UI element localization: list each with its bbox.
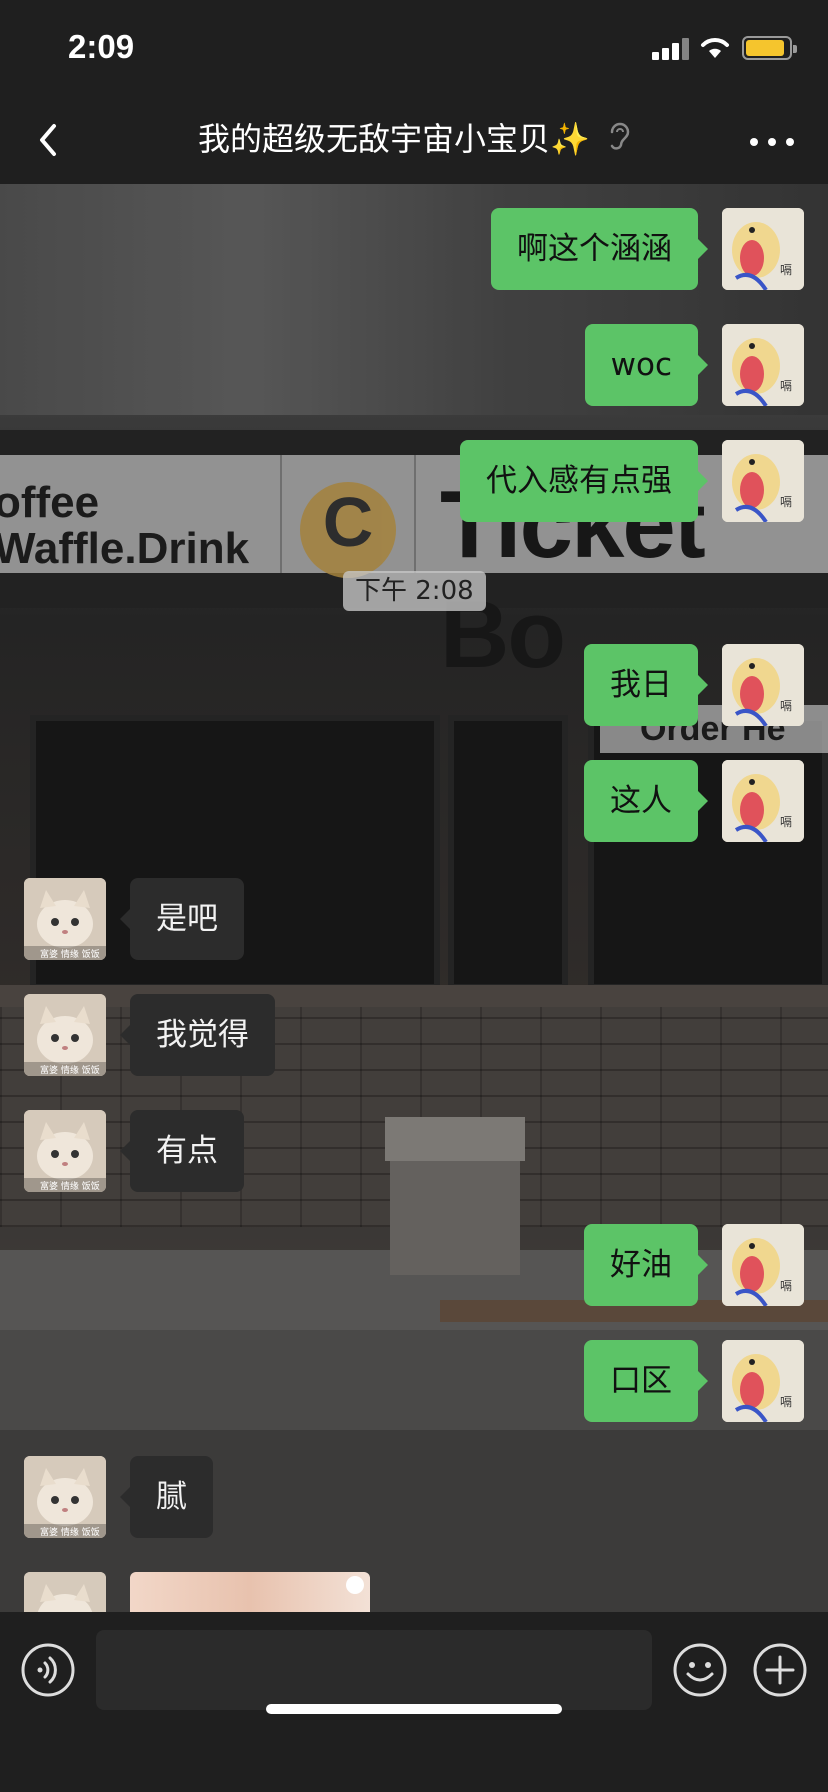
outgoing-bubble[interactable]: 口区 <box>584 1340 708 1422</box>
self-avatar[interactable]: 嗝 <box>722 1224 804 1306</box>
self-avatar[interactable]: 嗝 <box>722 208 804 290</box>
cat-avatar-icon: 富婆 情缘 饭饭 <box>24 1110 106 1192</box>
message-list[interactable]: 啊这个涵涵 嗝 woc 嗝 代入感有点强 嗝 下午 2:08 我日 嗝 这人 嗝 <box>0 184 828 1612</box>
duck-sticker-icon: 嗝 <box>722 1224 804 1306</box>
outgoing-bubble[interactable]: woc <box>584 324 709 406</box>
svg-text:富婆 情缘 饭饭: 富婆 情缘 饭饭 <box>40 1064 100 1076</box>
voice-icon[interactable] <box>20 1642 76 1698</box>
svg-text:富婆 情缘 饭饭: 富婆 情缘 饭饭 <box>40 1180 100 1192</box>
outgoing-bubble[interactable]: 我日 <box>584 644 708 726</box>
plus-icon[interactable] <box>752 1642 808 1698</box>
chat-title: 我的超级无敌宇宙小宝贝✨ <box>110 116 718 162</box>
self-avatar[interactable]: 嗝 <box>722 644 804 726</box>
message-row: 富婆 情缘 饭饭 我觉得 <box>0 994 828 1076</box>
svg-text:富婆 情缘 饭饭: 富婆 情缘 饭饭 <box>40 1526 100 1538</box>
duck-sticker-icon: 嗝 <box>722 644 804 726</box>
contact-avatar[interactable]: 富婆 情缘 饭饭 <box>24 994 106 1076</box>
message-row: 好油 嗝 <box>0 1224 828 1306</box>
svg-text:嗝: 嗝 <box>780 699 792 713</box>
self-avatar[interactable]: 嗝 <box>722 324 804 406</box>
svg-text:富婆 情缘 饭饭: 富婆 情缘 饭饭 <box>40 948 100 960</box>
duck-sticker-icon: 嗝 <box>722 440 804 522</box>
self-avatar[interactable]: 嗝 <box>722 760 804 842</box>
svg-text:嗝: 嗝 <box>780 1279 792 1293</box>
cat-avatar-icon: 富婆 情缘 饭饭 <box>24 994 106 1076</box>
more-dots-icon[interactable] <box>740 118 804 164</box>
duck-sticker-icon: 嗝 <box>722 760 804 842</box>
status-bar: 2:09 <box>0 0 828 96</box>
wifi-icon <box>701 38 729 58</box>
home-indicator[interactable] <box>266 1704 562 1714</box>
incoming-bubble[interactable]: 有点 <box>120 1110 244 1192</box>
cat-avatar-icon: 富婆 情缘 饭饭 <box>24 1456 106 1538</box>
panda-sticker-icon <box>346 1576 364 1594</box>
emoji-icon[interactable] <box>672 1642 728 1698</box>
contact-avatar[interactable]: 富婆 情缘 饭饭 <box>24 1456 106 1538</box>
message-row: 富婆 情缘 饭饭 是吧 <box>0 878 828 960</box>
message-row: 这人 嗝 <box>0 760 828 842</box>
svg-text:嗝: 嗝 <box>780 495 792 509</box>
cat-avatar-icon: 富婆 情缘 饭饭 <box>24 878 106 960</box>
duck-sticker-icon: 嗝 <box>722 208 804 290</box>
contact-avatar[interactable]: 富婆 情缘 饭饭 <box>24 1110 106 1192</box>
message-row: 富婆 情缘 饭饭 有点 <box>0 1110 828 1192</box>
incoming-bubble[interactable]: 是吧 <box>120 878 244 960</box>
incoming-bubble[interactable]: 我觉得 <box>120 994 275 1076</box>
chat-header: 我的超级无敌宇宙小宝贝✨ <box>0 96 828 184</box>
ear-muted-icon <box>610 122 630 150</box>
contact-avatar[interactable]: 富婆 情缘 饭饭 <box>24 878 106 960</box>
battery-icon <box>742 36 797 60</box>
duck-sticker-icon: 嗝 <box>722 1340 804 1422</box>
message-row: woc 嗝 <box>0 324 828 406</box>
svg-text:嗝: 嗝 <box>780 379 792 393</box>
self-avatar[interactable]: 嗝 <box>722 1340 804 1422</box>
incoming-image-message[interactable] <box>130 1572 370 1612</box>
outgoing-bubble[interactable]: 代入感有点强 <box>460 440 708 522</box>
input-bar <box>0 1612 828 1792</box>
message-input[interactable] <box>96 1630 652 1710</box>
message-timestamp: 下午 2:08 <box>343 571 486 611</box>
chat-title-text: 我的超级无敌宇宙小宝贝✨ <box>197 120 590 158</box>
message-row: 口区 嗝 <box>0 1340 828 1422</box>
status-time: 2:09 <box>68 28 135 65</box>
contact-avatar[interactable] <box>24 1572 106 1612</box>
self-avatar[interactable]: 嗝 <box>722 440 804 522</box>
message-row: 富婆 情缘 饭饭 腻 <box>0 1456 828 1538</box>
cat-avatar-icon <box>24 1572 106 1612</box>
incoming-bubble[interactable]: 腻 <box>120 1456 213 1538</box>
svg-text:嗝: 嗝 <box>780 815 792 829</box>
svg-text:嗝: 嗝 <box>780 263 792 277</box>
outgoing-bubble[interactable]: 好油 <box>584 1224 708 1306</box>
chevron-left-icon[interactable] <box>22 114 74 166</box>
message-row: 我日 嗝 <box>0 644 828 726</box>
outgoing-bubble[interactable]: 啊这个涵涵 <box>491 208 708 290</box>
message-row: 啊这个涵涵 嗝 <box>0 208 828 290</box>
cellular-signal-icon <box>652 38 692 60</box>
message-row: 代入感有点强 嗝 <box>0 440 828 522</box>
outgoing-bubble[interactable]: 这人 <box>584 760 708 842</box>
svg-text:嗝: 嗝 <box>780 1395 792 1409</box>
duck-sticker-icon: 嗝 <box>722 324 804 406</box>
